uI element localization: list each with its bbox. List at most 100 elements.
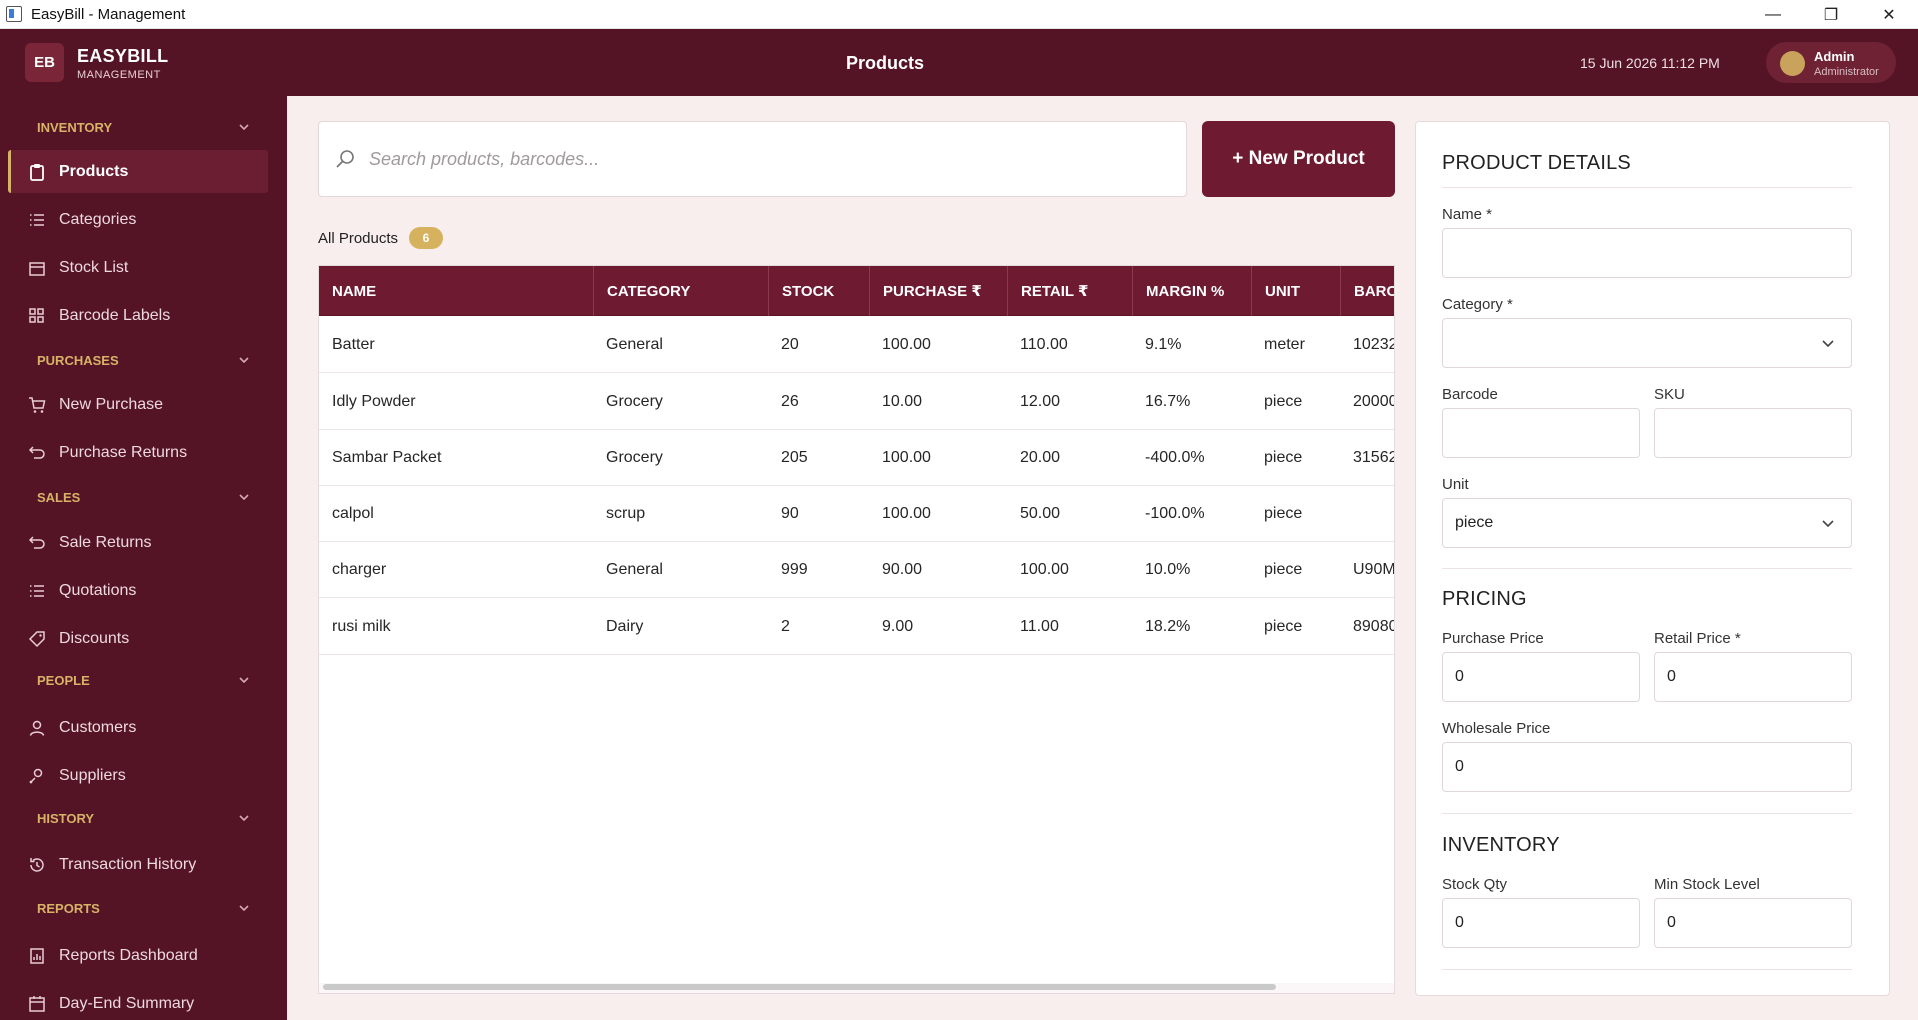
cell-unit: piece <box>1264 561 1303 578</box>
sidebar-item-barcode-labels[interactable]: Barcode Labels <box>8 294 268 337</box>
cell-purchase: 10.00 <box>882 393 923 410</box>
sku-input[interactable] <box>1667 424 1851 442</box>
purchase-price-input[interactable] <box>1455 668 1639 686</box>
chevron-down-icon <box>236 900 252 916</box>
sidebar-item-label: Sale Returns <box>59 533 152 551</box>
sidebar-item-transaction-history[interactable]: Transaction History <box>8 843 268 886</box>
unit-select[interactable]: piece <box>1442 498 1852 548</box>
sidebar-item-day-end-summary[interactable]: Day-End Summary <box>8 982 268 1020</box>
name-field[interactable] <box>1442 228 1852 278</box>
sidebar-item-categories[interactable]: Categories <box>8 198 268 241</box>
sidebar-item-stock-list[interactable]: Stock List <box>8 246 268 289</box>
wholesale-price-input[interactable] <box>1455 758 1851 776</box>
cell-retail: 11.00 <box>1020 618 1059 635</box>
column-header-retail[interactable]: RETAIL ₹ <box>1007 266 1131 316</box>
cell-unit: piece <box>1264 393 1303 410</box>
category-select[interactable] <box>1442 318 1852 368</box>
retail-price-field[interactable] <box>1654 652 1852 702</box>
search-icon <box>333 147 357 171</box>
search-bar <box>318 121 1187 197</box>
close-window-button[interactable]: ✕ <box>1860 0 1918 29</box>
cell-name: Sambar Packet <box>332 449 442 466</box>
sidebar-item-products[interactable]: Products <box>8 150 268 193</box>
table-row[interactable]: charger General 999 90.00 100.00 10.0% p… <box>319 542 1394 598</box>
user-menu[interactable]: Admin Administrator <box>1766 42 1896 83</box>
sidebar-section-people[interactable]: PEOPLE <box>37 668 252 692</box>
min-stock-input[interactable] <box>1667 914 1851 932</box>
cell-category: General <box>606 336 663 353</box>
cell-barcode: 89080 <box>1353 618 1395 635</box>
retail-price-input[interactable] <box>1667 668 1851 686</box>
table-row[interactable]: rusi milk Dairy 2 9.00 11.00 18.2% piece… <box>319 599 1395 655</box>
chevron-down-icon <box>1819 334 1837 352</box>
name-input[interactable] <box>1455 244 1851 262</box>
sidebar-section-reports[interactable]: REPORTS <box>37 896 252 920</box>
min-stock-label: Min Stock Level <box>1654 876 1760 893</box>
min-stock-field[interactable] <box>1654 898 1852 948</box>
sidebar-item-label: Reports Dashboard <box>59 946 198 964</box>
chevron-down-icon <box>236 489 252 505</box>
horizontal-scrollbar[interactable] <box>319 983 1394 993</box>
cell-retail: 12.00 <box>1020 393 1061 410</box>
column-header-stock[interactable]: STOCK <box>768 266 868 316</box>
brand-logo: EB <box>25 43 64 82</box>
sidebar-section-history[interactable]: HISTORY <box>37 806 252 830</box>
column-header-barcode[interactable]: BARCODE <box>1340 266 1394 316</box>
barcode-input[interactable] <box>1455 424 1639 442</box>
search-input[interactable] <box>369 148 1149 170</box>
cell-margin: 10.0% <box>1145 561 1191 578</box>
minimize-button[interactable]: — <box>1744 0 1802 29</box>
sidebar-item-label: Stock List <box>59 258 129 276</box>
sidebar-section-label: SALES <box>37 489 81 505</box>
cell-name: charger <box>332 561 387 578</box>
scrollbar-thumb[interactable] <box>323 984 1276 990</box>
divider <box>1442 187 1852 188</box>
table-row[interactable]: Batter General 20 100.00 110.00 9.1% met… <box>319 317 1395 373</box>
purchase-price-field[interactable] <box>1442 652 1640 702</box>
sidebar-item-purchase-returns[interactable]: Purchase Returns <box>8 431 268 474</box>
sidebar-item-customers[interactable]: Customers <box>8 706 268 749</box>
column-header-unit[interactable]: UNIT <box>1251 266 1339 316</box>
column-header-category[interactable]: CATEGORY <box>593 266 767 316</box>
chevron-down-icon <box>236 352 252 368</box>
report-icon <box>27 946 47 966</box>
sidebar-item-sale-returns[interactable]: Sale Returns <box>8 521 268 564</box>
sku-field[interactable] <box>1654 408 1852 458</box>
product-details-panel: PRODUCT DETAILS Name * Category * Barcod… <box>1415 121 1890 996</box>
table-row[interactable]: calpol scrup 90 100.00 50.00 -100.0% pie… <box>319 486 1394 542</box>
calendar-icon <box>27 994 47 1014</box>
cell-barcode <box>1340 486 1394 542</box>
inventory-title: INVENTORY <box>1442 834 1560 856</box>
sidebar-item-suppliers[interactable]: Suppliers <box>8 754 268 797</box>
cell-barcode: 31562 <box>1353 449 1395 466</box>
sidebar-section-label: HISTORY <box>37 810 95 826</box>
chevron-down-icon <box>236 672 252 688</box>
table-row[interactable]: Idly Powder Grocery 26 10.00 12.00 16.7%… <box>319 374 1394 430</box>
restore-button[interactable]: ❐ <box>1802 0 1860 29</box>
cell-stock: 999 <box>781 561 808 578</box>
cell-category: General <box>606 561 663 578</box>
cell-barcode: 10232 <box>1353 336 1395 353</box>
new-product-button[interactable]: + New Product <box>1202 121 1395 197</box>
stock-qty-field[interactable] <box>1442 898 1640 948</box>
column-header-name[interactable]: NAME <box>319 266 592 316</box>
stock-qty-input[interactable] <box>1455 914 1639 932</box>
sidebar-section-label: INVENTORY <box>37 119 113 135</box>
sidebar-section-inventory[interactable]: INVENTORY <box>37 115 252 139</box>
sidebar-item-quotations[interactable]: Quotations <box>8 569 268 612</box>
barcode-field[interactable] <box>1442 408 1640 458</box>
cell-margin: 18.2% <box>1145 618 1191 635</box>
sidebar-section-sales[interactable]: SALES <box>37 485 252 509</box>
cell-margin: 16.7% <box>1145 393 1191 410</box>
sidebar-item-discounts[interactable]: Discounts <box>8 617 268 660</box>
wholesale-price-field[interactable] <box>1442 742 1852 792</box>
table-row[interactable]: Sambar Packet Grocery 205 100.00 20.00 -… <box>319 430 1395 486</box>
sidebar-item-new-purchase[interactable]: New Purchase <box>8 383 268 426</box>
divider <box>1442 568 1852 569</box>
sidebar-section-purchases[interactable]: PURCHASES <box>37 348 252 372</box>
divider <box>1442 813 1852 814</box>
cell-name: Batter <box>332 336 375 353</box>
sidebar-item-reports-dashboard[interactable]: Reports Dashboard <box>8 934 268 977</box>
column-header-purchase[interactable]: PURCHASE ₹ <box>869 266 1006 316</box>
column-header-margin[interactable]: MARGIN % <box>1132 266 1250 316</box>
